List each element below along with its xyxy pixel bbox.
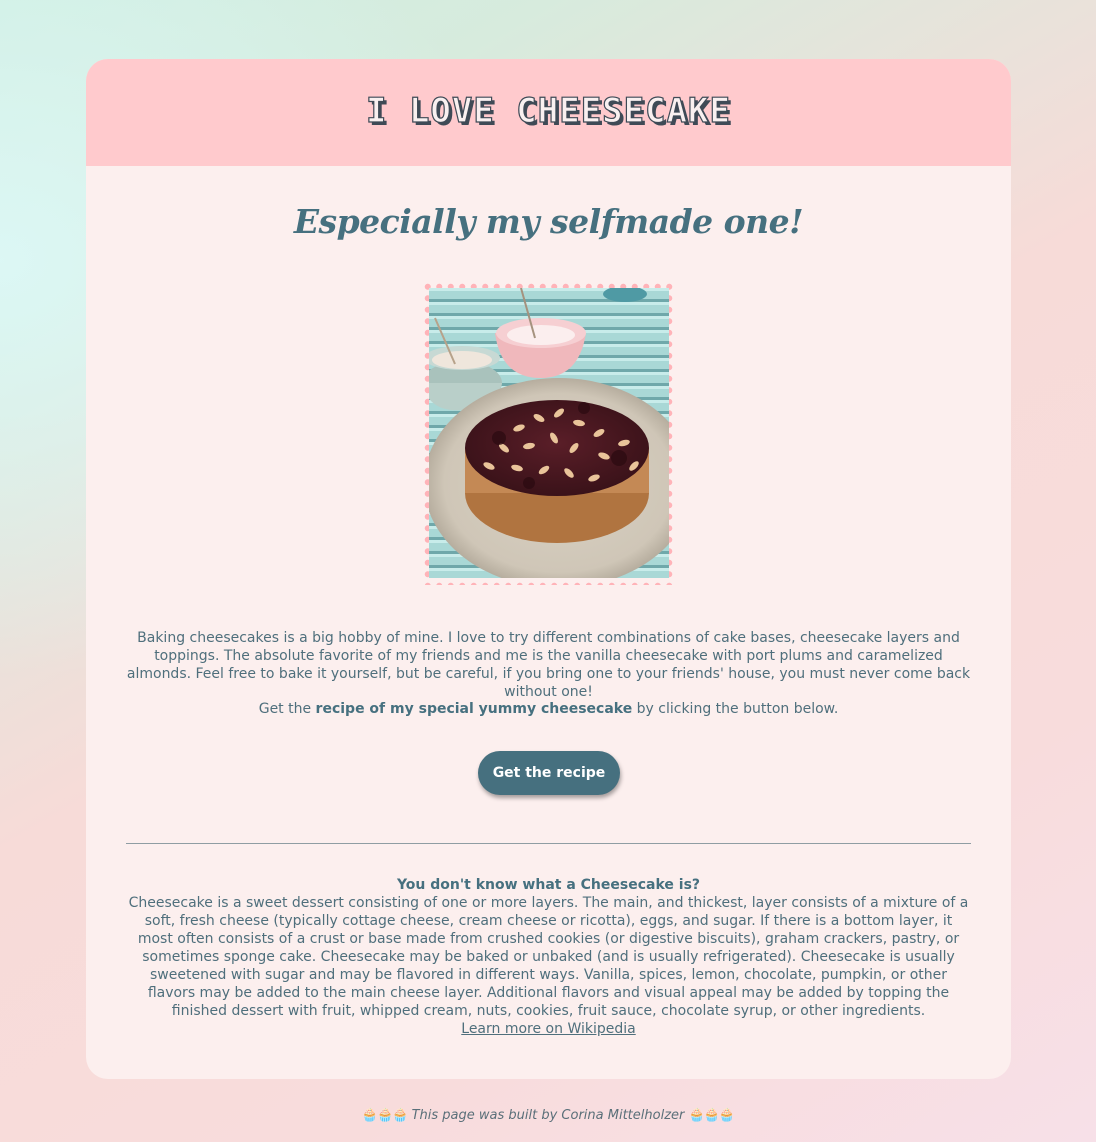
section-divider: [126, 843, 971, 844]
cheesecake-photo: [429, 288, 669, 578]
intro-paragraph: Baking cheesecakes is a big hobby of min…: [126, 630, 971, 700]
photo-frame: [422, 281, 676, 585]
cheesecake-info-section: You don't know what a Cheesecake is? Che…: [126, 876, 971, 1038]
cta-highlight: recipe of my special yummy cheesecake: [315, 701, 633, 717]
cupcake-icon: 🧁🧁🧁: [688, 1108, 736, 1123]
wikipedia-link[interactable]: Learn more on Wikipedia: [461, 1021, 635, 1037]
footer-credit: This page was built by Corina Mittelholz…: [411, 1108, 685, 1123]
cta-prefix: Get the: [258, 701, 316, 717]
site-title: I love cheesecake: [365, 90, 731, 131]
cta-suffix: by clicking the button below.: [632, 701, 839, 717]
info-heading: You don't know what a Cheesecake is?: [396, 877, 701, 893]
main-card: I love cheesecake Especially my selfmade…: [86, 59, 1011, 1079]
cupcake-icon: 🧁🧁🧁: [361, 1108, 409, 1123]
recipe-call-to-action: Get the recipe of my special yummy chees…: [126, 700, 971, 718]
info-text: Cheesecake is a sweet dessert consisting…: [128, 895, 969, 1019]
page-footer: 🧁🧁🧁 This page was built by Corina Mittel…: [0, 1108, 1096, 1123]
get-recipe-button[interactable]: Get the recipe: [478, 751, 620, 795]
page-subtitle: Especially my selfmade one!: [293, 202, 804, 241]
page-header: I love cheesecake: [86, 59, 1011, 166]
